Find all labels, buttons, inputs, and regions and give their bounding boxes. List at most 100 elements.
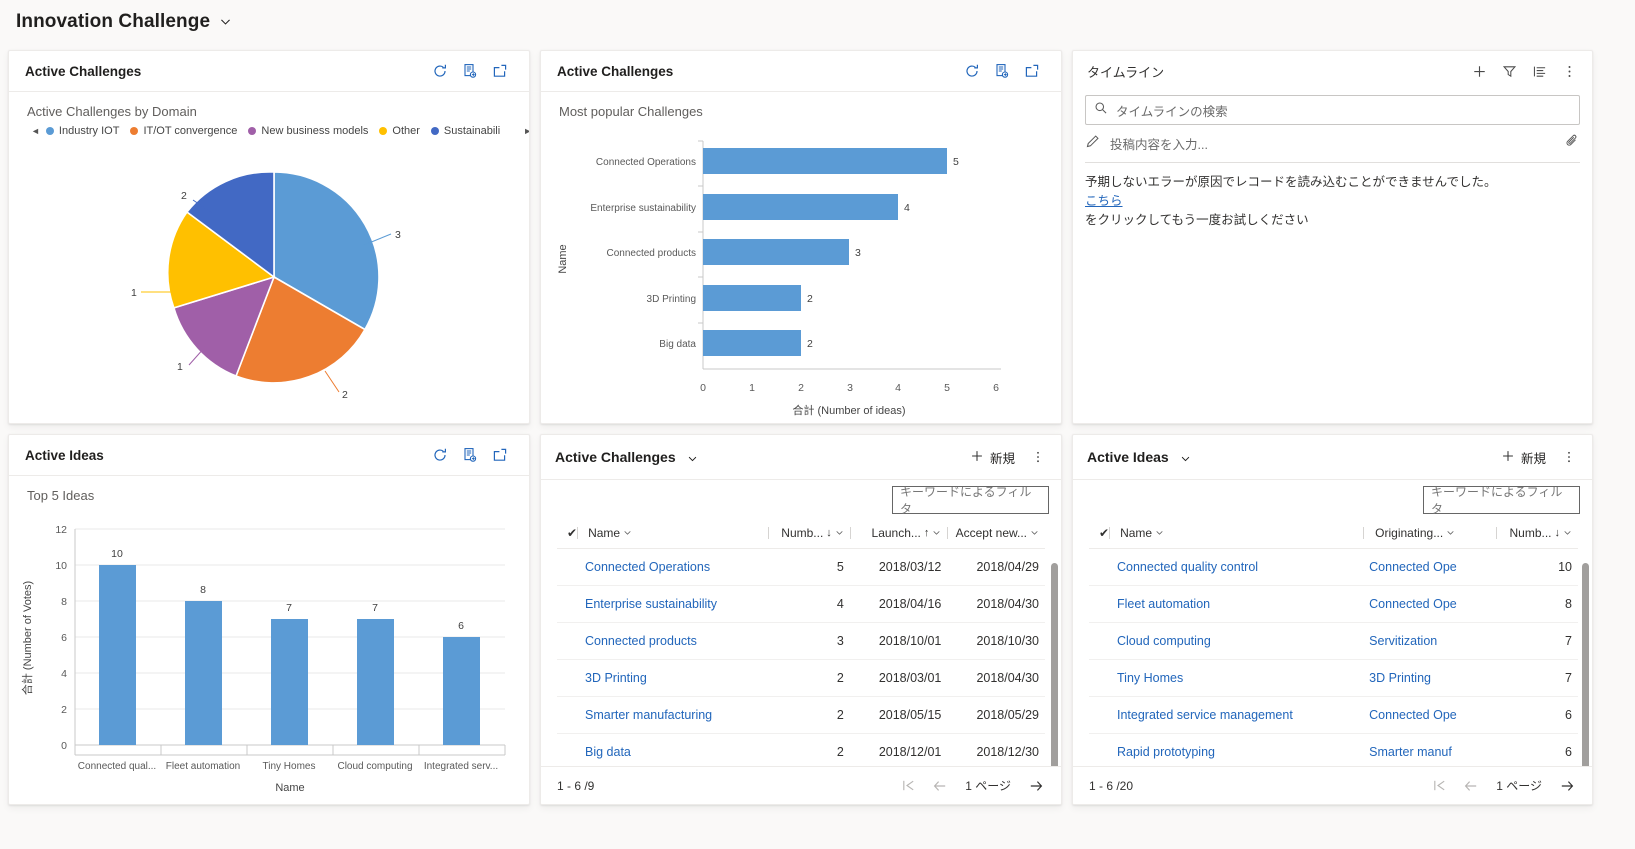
first-page-button[interactable]: [1424, 773, 1454, 799]
cell-name[interactable]: Integrated service management: [1089, 696, 1364, 734]
more-vertical-icon[interactable]: [1023, 442, 1053, 472]
view-records-icon[interactable]: [455, 440, 485, 470]
cell-name[interactable]: 3D Printing: [557, 659, 768, 697]
refresh-icon[interactable]: [425, 56, 455, 86]
grid-view-selector[interactable]: Active Challenges: [555, 449, 698, 465]
expand-icon[interactable]: [485, 56, 515, 86]
cell-name[interactable]: Fleet automation: [1089, 585, 1364, 623]
table-row[interactable]: Fleet automation Connected Ope 8: [1089, 585, 1578, 623]
cell-name[interactable]: Rapid prototyping: [1089, 733, 1364, 771]
vertical-scrollbar[interactable]: [1051, 563, 1058, 775]
timeline-note-input[interactable]: 投稿内容を入力...: [1085, 125, 1580, 163]
first-page-button[interactable]: [893, 773, 923, 799]
cell-name[interactable]: Big data: [557, 733, 768, 771]
select-all-checkmark-icon[interactable]: ✔: [563, 526, 577, 540]
cell-name[interactable]: Connected quality control: [1089, 548, 1364, 586]
sort-ascending-icon[interactable]: ↑: [924, 527, 930, 539]
chevron-down-icon[interactable]: [623, 528, 632, 539]
bar-connected-products[interactable]: [703, 239, 849, 265]
next-page-button[interactable]: [1021, 773, 1051, 799]
chevron-down-icon[interactable]: [1180, 449, 1191, 465]
table-row[interactable]: Tiny Homes 3D Printing 7: [1089, 659, 1578, 697]
select-all-checkmark-icon[interactable]: ✔: [1095, 526, 1109, 540]
cell-name[interactable]: Enterprise sustainability: [557, 585, 768, 623]
bar-fleet-automation[interactable]: [185, 601, 222, 745]
column-header-name[interactable]: ✔ Name: [1089, 520, 1364, 549]
table-row[interactable]: Rapid prototyping Smarter manuf 6: [1089, 733, 1578, 771]
column-header-number[interactable]: Numb... ↓: [1496, 520, 1578, 549]
cell-originating[interactable]: Connected Ope: [1363, 548, 1497, 586]
chevron-down-icon[interactable]: [835, 528, 844, 539]
table-row[interactable]: Enterprise sustainability 4 2018/04/16 2…: [557, 585, 1045, 623]
cell-name[interactable]: Tiny Homes: [1089, 659, 1364, 697]
cell-originating[interactable]: Servitization: [1363, 622, 1497, 660]
table-row[interactable]: Connected Operations 5 2018/03/12 2018/0…: [557, 548, 1045, 586]
grid-view-selector[interactable]: Active Ideas: [1087, 449, 1191, 465]
filter-icon[interactable]: [1494, 56, 1524, 86]
legend-item[interactable]: Sustainabili: [430, 125, 500, 137]
table-row[interactable]: Integrated service management Connected …: [1089, 696, 1578, 734]
legend-item[interactable]: Other: [379, 125, 420, 137]
refresh-icon[interactable]: [425, 440, 455, 470]
chevron-down-icon[interactable]: [1563, 528, 1572, 539]
column-header-accept-new[interactable]: Accept new...: [947, 520, 1045, 549]
table-row[interactable]: 3D Printing 2 2018/03/01 2018/04/30: [557, 659, 1045, 697]
legend-item[interactable]: IT/OT convergence: [130, 125, 237, 137]
cell-originating[interactable]: 3D Printing: [1363, 659, 1497, 697]
next-page-button[interactable]: [1552, 773, 1582, 799]
table-row[interactable]: Big data 2 2018/12/01 2018/12/30: [557, 733, 1045, 771]
bar-3d-printing[interactable]: [703, 285, 801, 311]
column-header-launch[interactable]: Launch... ↑: [849, 520, 948, 549]
chevron-down-icon[interactable]: [219, 15, 232, 28]
cell-name[interactable]: Connected products: [557, 622, 768, 660]
bar-connected-operations[interactable]: [703, 148, 947, 174]
paperclip-icon[interactable]: [1565, 134, 1580, 154]
cell-name[interactable]: Cloud computing: [1089, 622, 1364, 660]
previous-page-button[interactable]: [1456, 773, 1486, 799]
legend-item[interactable]: New business models: [248, 125, 368, 137]
cell-originating[interactable]: Connected Ope: [1363, 696, 1497, 734]
legend-item[interactable]: Industry IOT: [45, 125, 119, 137]
cell-originating[interactable]: Smarter manuf: [1363, 733, 1497, 771]
more-vertical-icon[interactable]: [1554, 442, 1584, 472]
bar-cloud-computing[interactable]: [357, 619, 394, 745]
new-record-button[interactable]: 新規: [962, 442, 1023, 472]
bar-tiny-homes[interactable]: [271, 619, 308, 745]
bar-connected-quality-control[interactable]: [99, 565, 136, 745]
expand-icon[interactable]: [485, 440, 515, 470]
bar-integrated-service-management[interactable]: [443, 637, 480, 745]
expand-icon[interactable]: [1017, 56, 1047, 86]
sort-list-icon[interactable]: [1524, 56, 1554, 86]
chevron-down-icon[interactable]: [687, 449, 698, 465]
column-header-number[interactable]: Numb... ↓: [767, 520, 850, 549]
new-record-button[interactable]: 新規: [1493, 442, 1554, 472]
previous-page-button[interactable]: [925, 773, 955, 799]
plus-icon[interactable]: [1464, 56, 1494, 86]
sort-descending-icon[interactable]: ↓: [826, 527, 832, 539]
chevron-down-icon[interactable]: [1030, 528, 1039, 539]
refresh-icon[interactable]: [957, 56, 987, 86]
bar-enterprise-sustainability[interactable]: [703, 194, 898, 220]
vertical-scrollbar[interactable]: [1582, 563, 1589, 775]
bar-big-data[interactable]: [703, 330, 801, 356]
table-row[interactable]: Connected quality control Connected Ope …: [1089, 548, 1578, 586]
legend-next-icon[interactable]: ►: [517, 126, 529, 136]
table-row[interactable]: Connected products 3 2018/10/01 2018/10/…: [557, 622, 1045, 660]
timeline-retry-link[interactable]: こちら: [1085, 194, 1123, 208]
view-records-icon[interactable]: [455, 56, 485, 86]
more-vertical-icon[interactable]: [1554, 56, 1584, 86]
view-records-icon[interactable]: [987, 56, 1017, 86]
legend-prev-icon[interactable]: ◄: [25, 126, 46, 136]
timeline-search-input[interactable]: タイムラインの検索: [1085, 95, 1580, 125]
column-header-originating[interactable]: Originating...: [1363, 520, 1497, 549]
cell-name[interactable]: Smarter manufacturing: [557, 696, 768, 734]
sort-descending-icon[interactable]: ↓: [1555, 527, 1561, 539]
chevron-down-icon[interactable]: [1155, 528, 1164, 539]
table-row[interactable]: Smarter manufacturing 2 2018/05/15 2018/…: [557, 696, 1045, 734]
keyword-filter-input[interactable]: キーワードによるフィルタ: [892, 485, 1049, 516]
table-row[interactable]: Cloud computing Servitization 7: [1089, 622, 1578, 660]
keyword-filter-input[interactable]: キーワードによるフィルタ: [1423, 485, 1580, 516]
chevron-down-icon[interactable]: [1446, 528, 1455, 539]
column-header-name[interactable]: ✔ Name: [557, 520, 768, 549]
cell-originating[interactable]: Connected Ope: [1363, 585, 1497, 623]
